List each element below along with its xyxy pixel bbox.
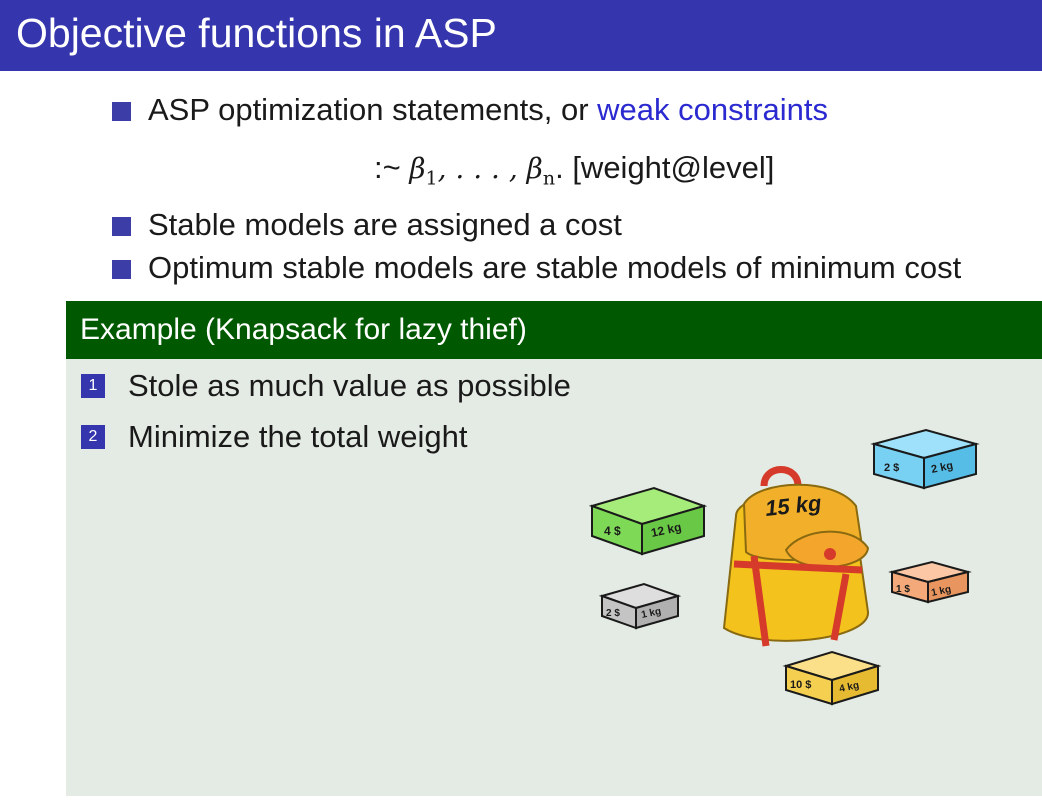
svg-text:4 $: 4 $	[604, 524, 621, 538]
bullet-square-icon	[112, 260, 131, 279]
example-item-2: 2 Minimize the total weight	[81, 419, 468, 455]
slide: Objective functions in ASP ASP optimizat…	[0, 0, 1042, 803]
svg-text:2 $: 2 $	[884, 462, 899, 474]
title-bar: Objective functions in ASP	[0, 0, 1042, 71]
bullet-text: Stable models are assigned a cost	[148, 207, 622, 242]
bullet-square-icon	[112, 217, 131, 236]
formula-bracket: [weight@level]	[563, 150, 775, 185]
example-item-1: 1 Stole as much value as possible	[81, 368, 571, 404]
formula-prefix: :~	[374, 150, 410, 185]
enum-number-badge: 2	[81, 425, 105, 449]
box-1-dollar-icon: 1 $ 1 kg	[888, 560, 972, 604]
formula-dots: , . . . ,	[437, 152, 527, 185]
box-2-dollar-grey-icon: 2 $ 1 kg	[598, 582, 682, 630]
bullet-weak-constraints: ASP optimization statements, or weak con…	[112, 92, 829, 128]
slide-title: Objective functions in ASP	[16, 10, 497, 56]
formula-beta-n: βn	[526, 152, 556, 190]
box-2-dollar-blue-icon: 2 $ 2 kg	[870, 428, 980, 490]
svg-text:1 $: 1 $	[896, 584, 910, 595]
bullet-text: ASP optimization statements, or	[148, 92, 598, 127]
weak-constraint-formula: :~ β1, . . . , βn. [weight@level]	[374, 150, 774, 190]
formula-beta-1: β1	[409, 152, 438, 190]
knapsack-illustration: 15 kg 4 $ 12 kg 2 $ 1 kg 2 $ 2 kg 1 $ 1 …	[588, 428, 980, 706]
svg-text:2 $: 2 $	[606, 608, 620, 619]
weak-constraints-highlight: weak constraints	[597, 92, 829, 127]
box-10-dollar-icon: 10 $ 4 kg	[782, 650, 882, 706]
box-4-dollar-icon: 4 $ 12 kg	[588, 486, 708, 556]
backpack-icon: 15 kg	[722, 466, 870, 647]
example-title: Example (Knapsack for lazy thief)	[80, 313, 527, 346]
bullet-stable-models-cost: Stable models are assigned a cost	[112, 207, 622, 243]
example-item-text: Stole as much value as possible	[128, 368, 571, 403]
bullet-square-icon	[112, 102, 131, 121]
bullet-optimum-stable-models: Optimum stable models are stable models …	[112, 250, 962, 286]
example-header: Example (Knapsack for lazy thief)	[66, 301, 1042, 359]
example-item-text: Minimize the total weight	[128, 419, 468, 454]
formula-period: .	[555, 150, 564, 185]
bullet-text: Optimum stable models are stable models …	[148, 250, 962, 285]
svg-text:10 $: 10 $	[790, 679, 811, 691]
enum-number-badge: 1	[81, 374, 105, 398]
